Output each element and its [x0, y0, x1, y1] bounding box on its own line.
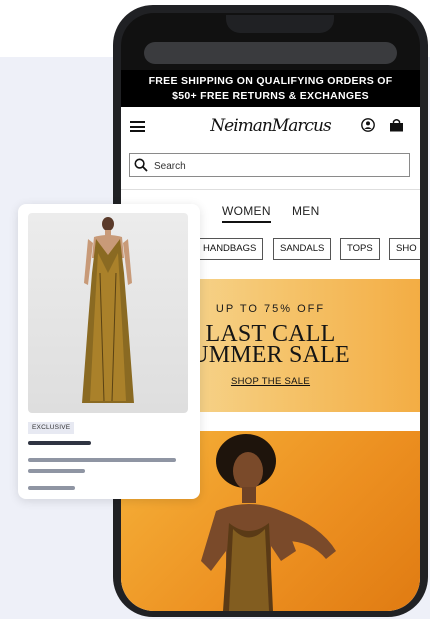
shopping-bag-icon[interactable]	[389, 118, 404, 132]
chip-handbags[interactable]: HANDBAGS	[196, 238, 264, 260]
product-detail-placeholder-2	[28, 469, 85, 473]
gown-illustration	[82, 217, 134, 403]
promo-bar: FREE SHIPPING ON QUALIFYING ORDERS OF $5…	[121, 70, 420, 107]
header-divider	[121, 189, 420, 190]
product-card[interactable]: EXCLUSIVE	[18, 204, 200, 499]
chip-shoes[interactable]: SHO	[389, 238, 420, 260]
product-image[interactable]	[28, 213, 188, 413]
search-icon	[134, 158, 148, 172]
search-input[interactable]	[152, 156, 406, 176]
browser-address-bar[interactable]	[144, 42, 397, 64]
product-detail-placeholder-1	[28, 458, 176, 462]
phone-notch	[226, 15, 334, 33]
account-icon[interactable]	[361, 118, 375, 132]
brand-logo[interactable]: NeimanMarcus	[121, 116, 420, 136]
product-price-placeholder	[28, 486, 75, 490]
tab-men[interactable]: MEN	[292, 204, 320, 221]
promo-line-2: $50+ FREE RETURNS & EXCHANGES	[172, 90, 369, 102]
chip-sandals[interactable]: SANDALS	[273, 238, 332, 260]
shop-the-sale-link[interactable]: SHOP THE SALE	[231, 376, 310, 387]
search-bar[interactable]	[129, 153, 410, 177]
chip-tops[interactable]: TOPS	[340, 238, 380, 260]
product-name-placeholder	[28, 441, 91, 445]
tab-women[interactable]: WOMEN	[222, 204, 271, 223]
exclusive-badge: EXCLUSIVE	[28, 422, 75, 434]
site-header: NeimanMarcus	[121, 107, 420, 145]
promo-line-1: FREE SHIPPING ON QUALIFYING ORDERS OF	[148, 75, 393, 87]
